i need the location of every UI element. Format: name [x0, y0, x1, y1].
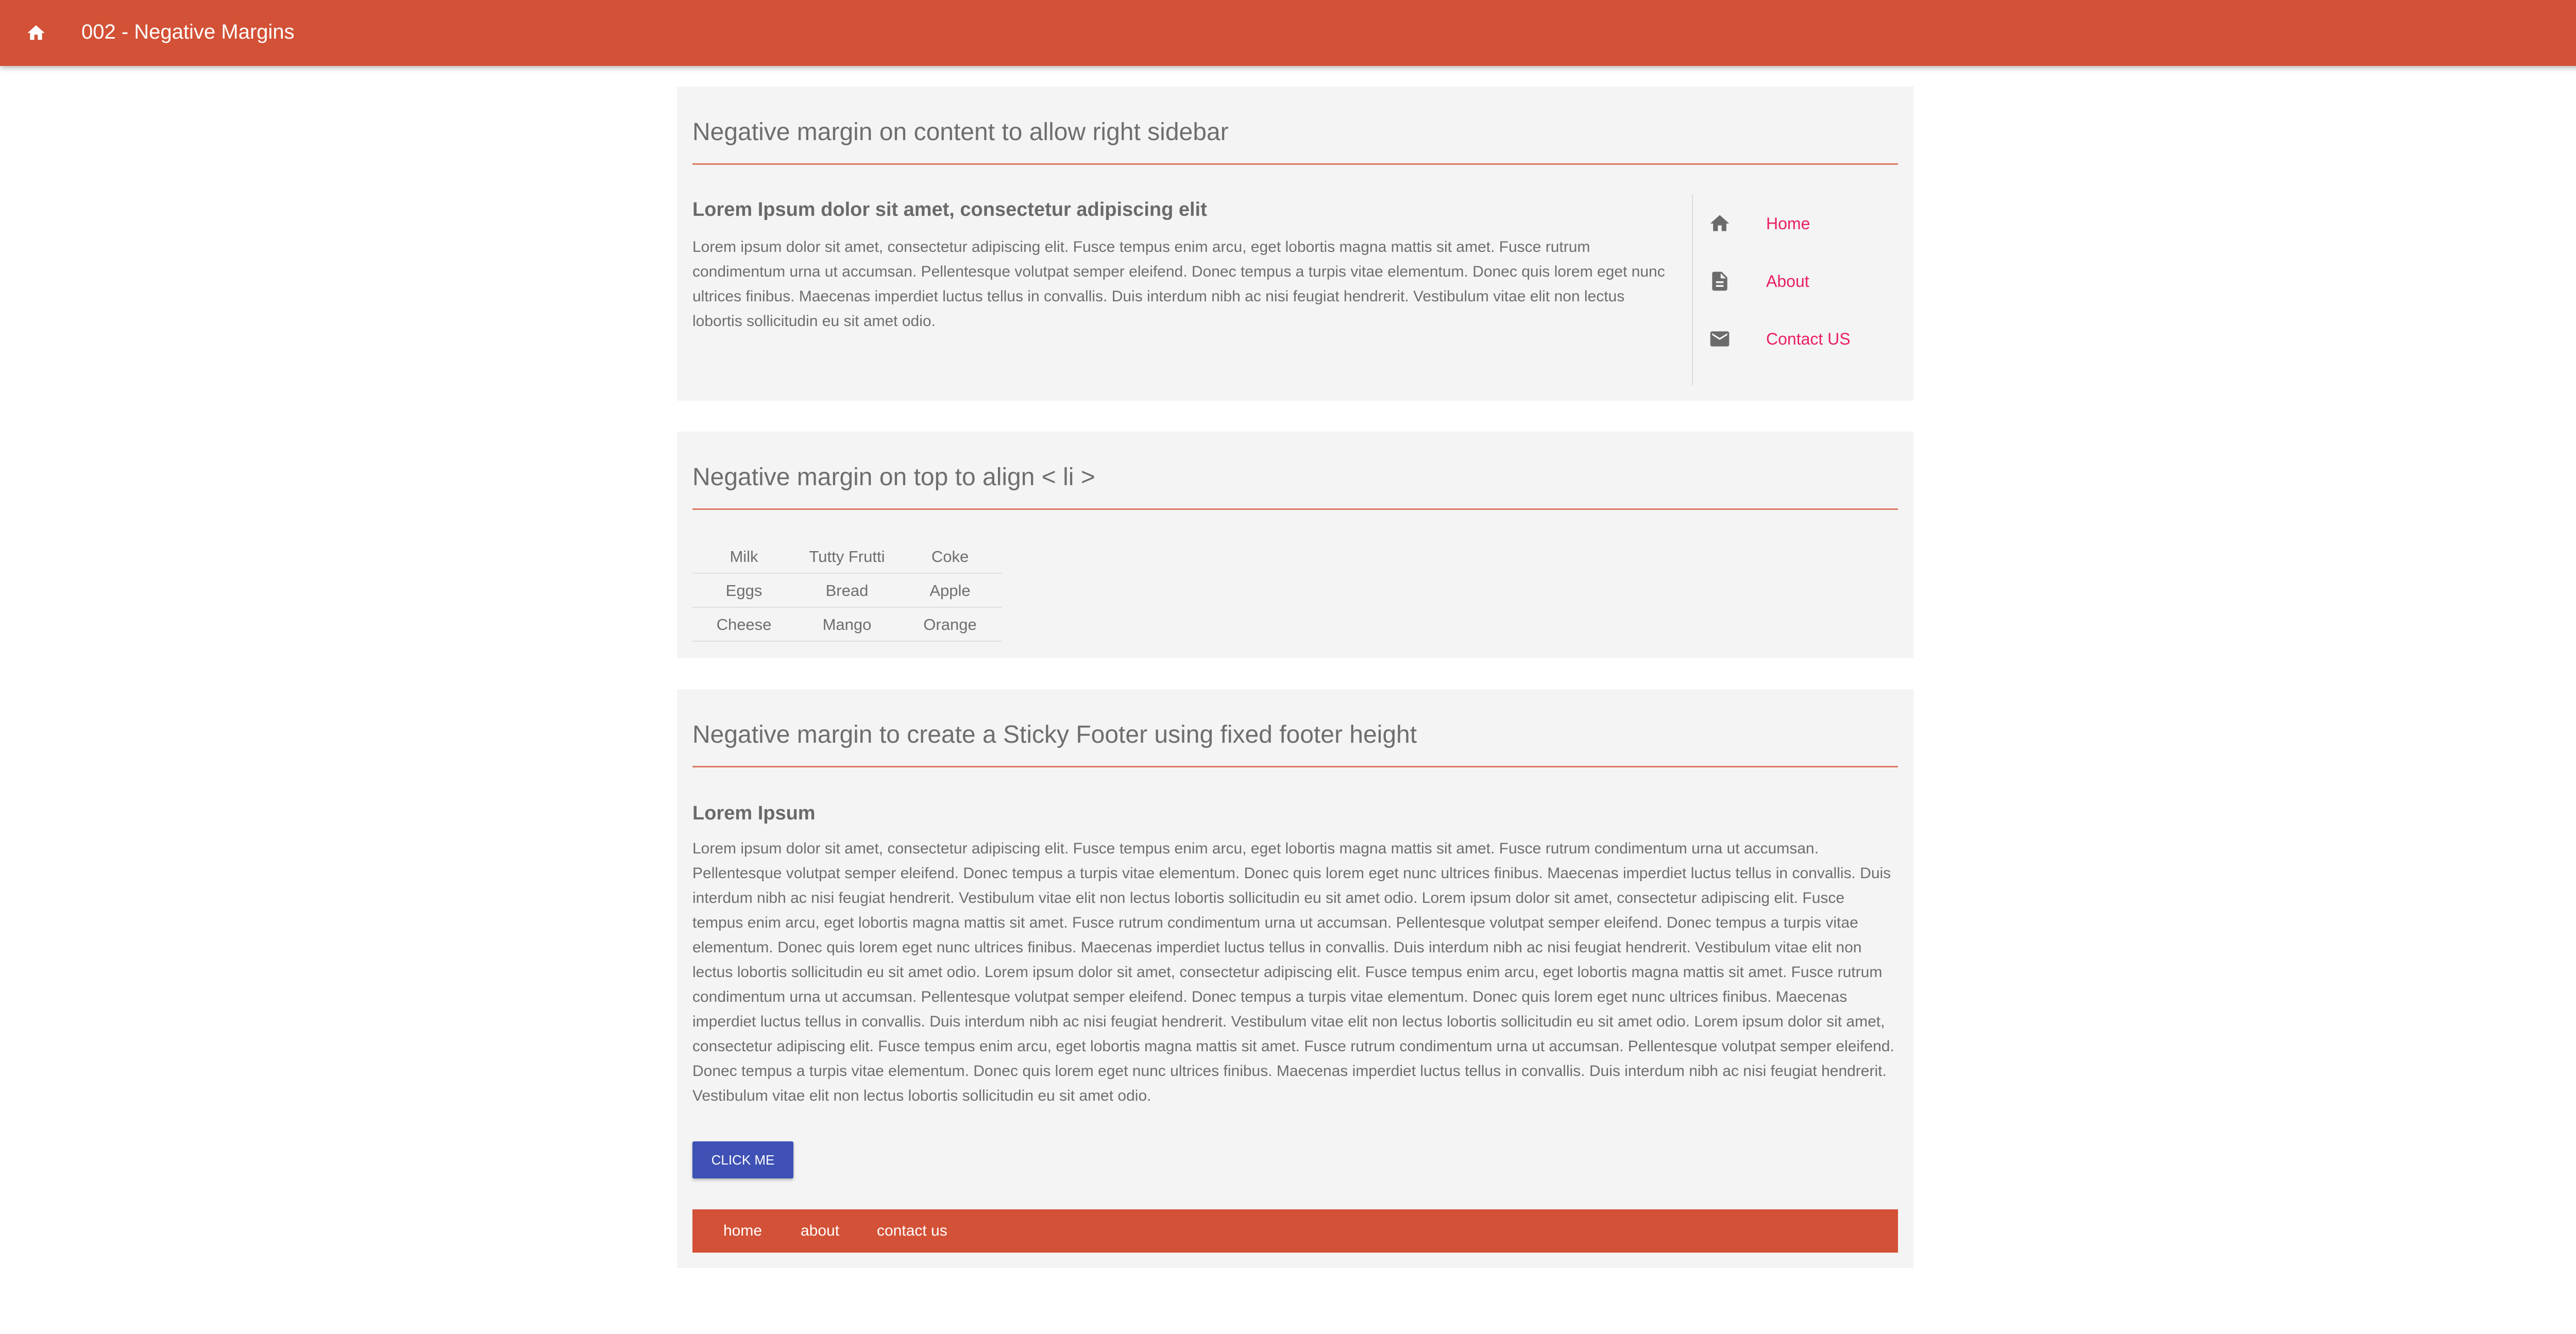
item-grid: Milk Tutty Frutti Coke Eggs Bread Apple … — [692, 540, 1002, 642]
document-icon — [1708, 270, 1731, 293]
content-body: Lorem ipsum dolor sit amet, consectetur … — [692, 840, 1894, 1104]
footer-link-contact[interactable]: contact us — [877, 1221, 947, 1241]
grid-cell: Milk — [730, 548, 758, 566]
sidebar-item-label[interactable]: About — [1766, 271, 1809, 292]
content-heading: Lorem Ipsum — [692, 802, 816, 824]
grid-cell: Orange — [923, 615, 977, 634]
grid-cell: Mango — [822, 615, 872, 634]
footer-link-home[interactable]: home — [723, 1221, 762, 1241]
click-me-button[interactable]: CLICK ME — [692, 1141, 793, 1178]
mail-icon — [1708, 328, 1731, 350]
right-sidebar: Home About Contact US — [1692, 195, 1898, 385]
card-title: Negative margin on content to allow righ… — [692, 118, 1229, 146]
grid-cell: Tutty Frutti — [809, 548, 885, 566]
home-icon[interactable] — [21, 18, 52, 48]
footer-link-about[interactable]: about — [801, 1221, 839, 1241]
title-divider — [692, 508, 1898, 510]
app-title: 002 - Negative Margins — [81, 21, 295, 43]
grid-row: Cheese Mango Orange — [692, 608, 1002, 642]
card-title: Negative margin to create a Sticky Foote… — [692, 721, 1417, 748]
sidebar-item-label[interactable]: Home — [1766, 213, 1810, 234]
grid-cell: Cheese — [716, 615, 772, 634]
sidebar-item-contact[interactable]: Contact US — [1693, 310, 1899, 368]
sidebar-item-home[interactable]: Home — [1693, 195, 1899, 252]
card-align-li: Negative margin on top to align < li > M… — [677, 432, 1913, 658]
content-body: Lorem ipsum dolor sit amet, consectetur … — [692, 238, 1665, 330]
grid-row: Milk Tutty Frutti Coke — [692, 540, 1002, 574]
grid-cell: Bread — [825, 582, 869, 600]
card-sticky-footer: Negative margin to create a Sticky Foote… — [677, 689, 1913, 1268]
sidebar-item-about[interactable]: About — [1693, 252, 1899, 310]
title-divider — [692, 766, 1898, 767]
title-divider — [692, 163, 1898, 165]
grid-row: Eggs Bread Apple — [692, 574, 1002, 608]
grid-cell: Coke — [931, 548, 969, 566]
app-bar: 002 - Negative Margins — [0, 0, 2576, 66]
sticky-footer: home about contact us — [692, 1209, 1898, 1253]
card-title: Negative margin on top to align < li > — [692, 464, 1095, 491]
content-heading: Lorem Ipsum dolor sit amet, consectetur … — [692, 199, 1207, 220]
sidebar-item-label[interactable]: Contact US — [1766, 329, 1851, 349]
card-right-sidebar: Negative margin on content to allow righ… — [677, 87, 1913, 401]
grid-cell: Eggs — [725, 582, 762, 600]
home-icon — [1708, 212, 1731, 235]
grid-cell: Apple — [929, 582, 971, 600]
